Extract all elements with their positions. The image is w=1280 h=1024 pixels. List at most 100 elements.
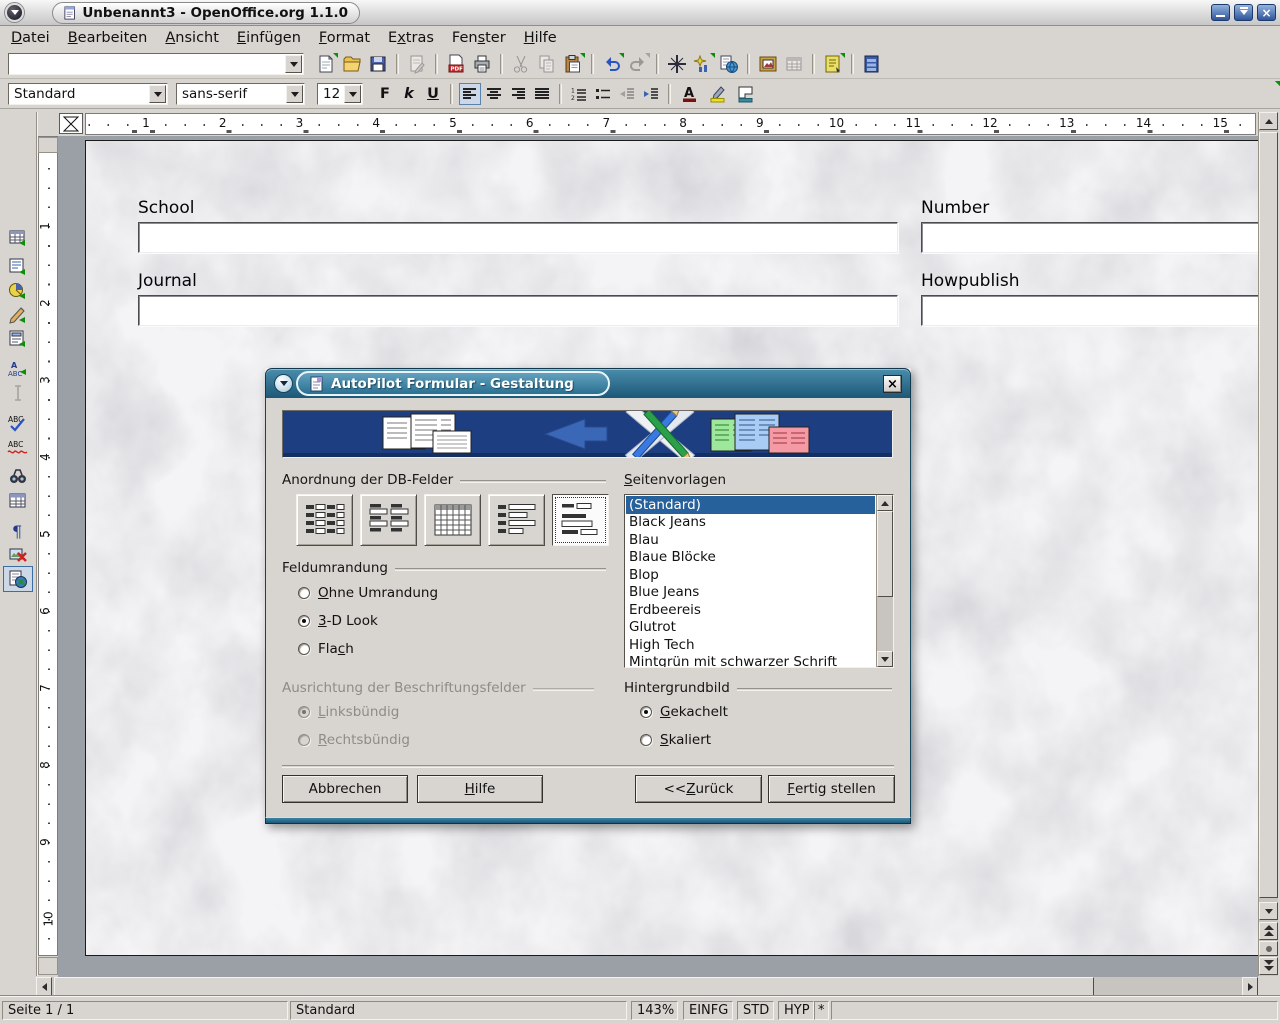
scroll-right-button[interactable]: [1242, 977, 1258, 996]
bullet-list-button[interactable]: [592, 83, 614, 105]
new-document-button[interactable]: [314, 52, 338, 76]
blocks-labels-left-button[interactable]: [488, 494, 545, 546]
paragraph-background-button[interactable]: [733, 83, 759, 105]
scroll-down-button[interactable]: [1259, 902, 1278, 920]
increase-indent-button[interactable]: [640, 83, 662, 105]
data-sources-button[interactable]: [3, 488, 33, 514]
menu-einfuegen[interactable]: Einfügen: [228, 28, 310, 48]
page-style-item[interactable]: Black Jeans: [626, 514, 875, 532]
cut-button[interactable]: [509, 52, 533, 76]
radio-rechtsbuendig[interactable]: Rechtsbündig: [298, 732, 410, 748]
zurueck-button[interactable]: << Zurück: [635, 775, 762, 803]
justify-button[interactable]: [531, 83, 553, 105]
next-page-button[interactable]: [1259, 957, 1278, 975]
radio-skaliert[interactable]: Skaliert: [640, 732, 711, 748]
gallery-button[interactable]: [756, 52, 780, 76]
font-name-combobox[interactable]: sans-serif: [176, 83, 305, 105]
url-combobox[interactable]: [8, 53, 304, 75]
stylist-button[interactable]: [860, 52, 884, 76]
menu-extras[interactable]: Extras: [379, 28, 443, 48]
insert-frame-button[interactable]: [3, 254, 33, 280]
minimize-button[interactable]: [1211, 4, 1230, 21]
font-color-button[interactable]: A: [677, 83, 703, 105]
page-style-item[interactable]: Mintgrün mit schwarzer Schrift: [626, 654, 875, 668]
dialog-close-button[interactable]: ×: [883, 375, 902, 393]
menu-hilfe[interactable]: Hilfe: [515, 28, 566, 48]
find-button[interactable]: [3, 464, 33, 490]
insert-object-button[interactable]: [3, 278, 33, 304]
align-left-button[interactable]: [459, 83, 481, 105]
columns-labels-left-button[interactable]: [296, 494, 353, 546]
nonprinting-characters-button[interactable]: ¶: [3, 518, 33, 544]
font-size-combobox[interactable]: 12: [317, 83, 363, 105]
field-input[interactable]: [138, 222, 898, 253]
vertical-ruler[interactable]: 12345678910: [38, 136, 58, 956]
data-sources-button[interactable]: [782, 52, 806, 76]
page-style-item[interactable]: Blue Jeans: [626, 584, 875, 602]
blocks-labels-top-button[interactable]: [552, 494, 609, 546]
abbrechen-button[interactable]: Abbrechen: [282, 775, 408, 803]
decrease-indent-button[interactable]: [616, 83, 638, 105]
page-style-item[interactable]: Blau: [626, 531, 875, 549]
undo-button[interactable]: [600, 52, 624, 76]
vertical-scrollbar[interactable]: [1258, 112, 1278, 976]
edit-file-button[interactable]: [405, 52, 429, 76]
radio-linksbuendig[interactable]: Linksbündig: [298, 704, 399, 720]
scrollbar-thumb[interactable]: [54, 977, 1094, 996]
page-style-item[interactable]: High Tech: [626, 636, 875, 654]
align-center-button[interactable]: [483, 83, 505, 105]
status-insert-mode[interactable]: EINFG: [683, 1001, 733, 1020]
page-style-item[interactable]: Erdbeereis: [626, 601, 875, 619]
menu-bearbeiten[interactable]: Bearbeiten: [59, 28, 157, 48]
window-menu-button[interactable]: [5, 3, 24, 22]
status-zoom[interactable]: 143%: [631, 1001, 678, 1020]
scroll-up-button[interactable]: [1259, 112, 1278, 130]
page-style-item[interactable]: Glutrot: [626, 619, 875, 637]
paste-button[interactable]: [561, 52, 585, 76]
menu-fenster[interactable]: Fenster: [443, 28, 515, 48]
horizontal-scrollbar[interactable]: [36, 977, 1258, 996]
spellcheck-button[interactable]: ABC: [3, 410, 33, 436]
horizontal-ruler[interactable]: 123456789101112131415: [85, 113, 1256, 135]
url-dropdown-button[interactable]: [285, 55, 302, 73]
align-right-button[interactable]: [507, 83, 529, 105]
underline-button[interactable]: U: [422, 83, 444, 105]
navigation-button[interactable]: [1259, 941, 1278, 956]
numbered-list-button[interactable]: 12: [568, 83, 590, 105]
page-style-item[interactable]: (Standard): [626, 496, 875, 514]
italic-button[interactable]: k: [398, 83, 420, 105]
direct-cursor-button[interactable]: [3, 380, 33, 406]
menu-datei[interactable]: Datei: [2, 28, 59, 48]
open-document-button[interactable]: [340, 52, 364, 76]
field-input[interactable]: [138, 295, 898, 326]
page-style-item[interactable]: Blop: [626, 566, 875, 584]
close-button[interactable]: ×: [1257, 4, 1276, 21]
listbox-scrollbar[interactable]: [876, 495, 893, 667]
redo-button[interactable]: [626, 52, 650, 76]
columns-labels-top-button[interactable]: [360, 494, 417, 546]
autotext-button[interactable]: AABC: [3, 356, 33, 382]
auto-spellcheck-button[interactable]: ABC: [3, 434, 33, 460]
copy-button[interactable]: [535, 52, 559, 76]
fertig-stellen-button[interactable]: Fertig stellen: [768, 775, 895, 803]
radio-3d-look[interactable]: 3-D Look: [298, 613, 378, 629]
field-input[interactable]: [921, 222, 1258, 253]
navigator-button[interactable]: [821, 52, 845, 76]
status-page[interactable]: Seite 1 / 1: [2, 1001, 288, 1020]
previous-page-button[interactable]: [1259, 922, 1278, 940]
radio-gekachelt[interactable]: Gekachelt: [640, 704, 728, 720]
scroll-up-button[interactable]: [877, 495, 893, 511]
scroll-down-button[interactable]: [877, 651, 893, 667]
status-selection-mode[interactable]: STD: [737, 1001, 774, 1020]
maximize-button[interactable]: [1234, 4, 1253, 21]
draw-functions-button[interactable]: [3, 302, 33, 328]
insert-fields-button[interactable]: [691, 52, 715, 76]
scrollbar-thumb[interactable]: [1259, 132, 1278, 898]
hilfe-button[interactable]: Hilfe: [417, 775, 543, 803]
menu-ansicht[interactable]: Ansicht: [156, 28, 228, 48]
size-dropdown-button[interactable]: [344, 85, 361, 103]
as-datasheet-button[interactable]: [424, 494, 481, 546]
export-pdf-button[interactable]: PDF: [444, 52, 468, 76]
dialog-menu-button[interactable]: [274, 374, 293, 393]
scroll-left-button[interactable]: [36, 977, 52, 996]
